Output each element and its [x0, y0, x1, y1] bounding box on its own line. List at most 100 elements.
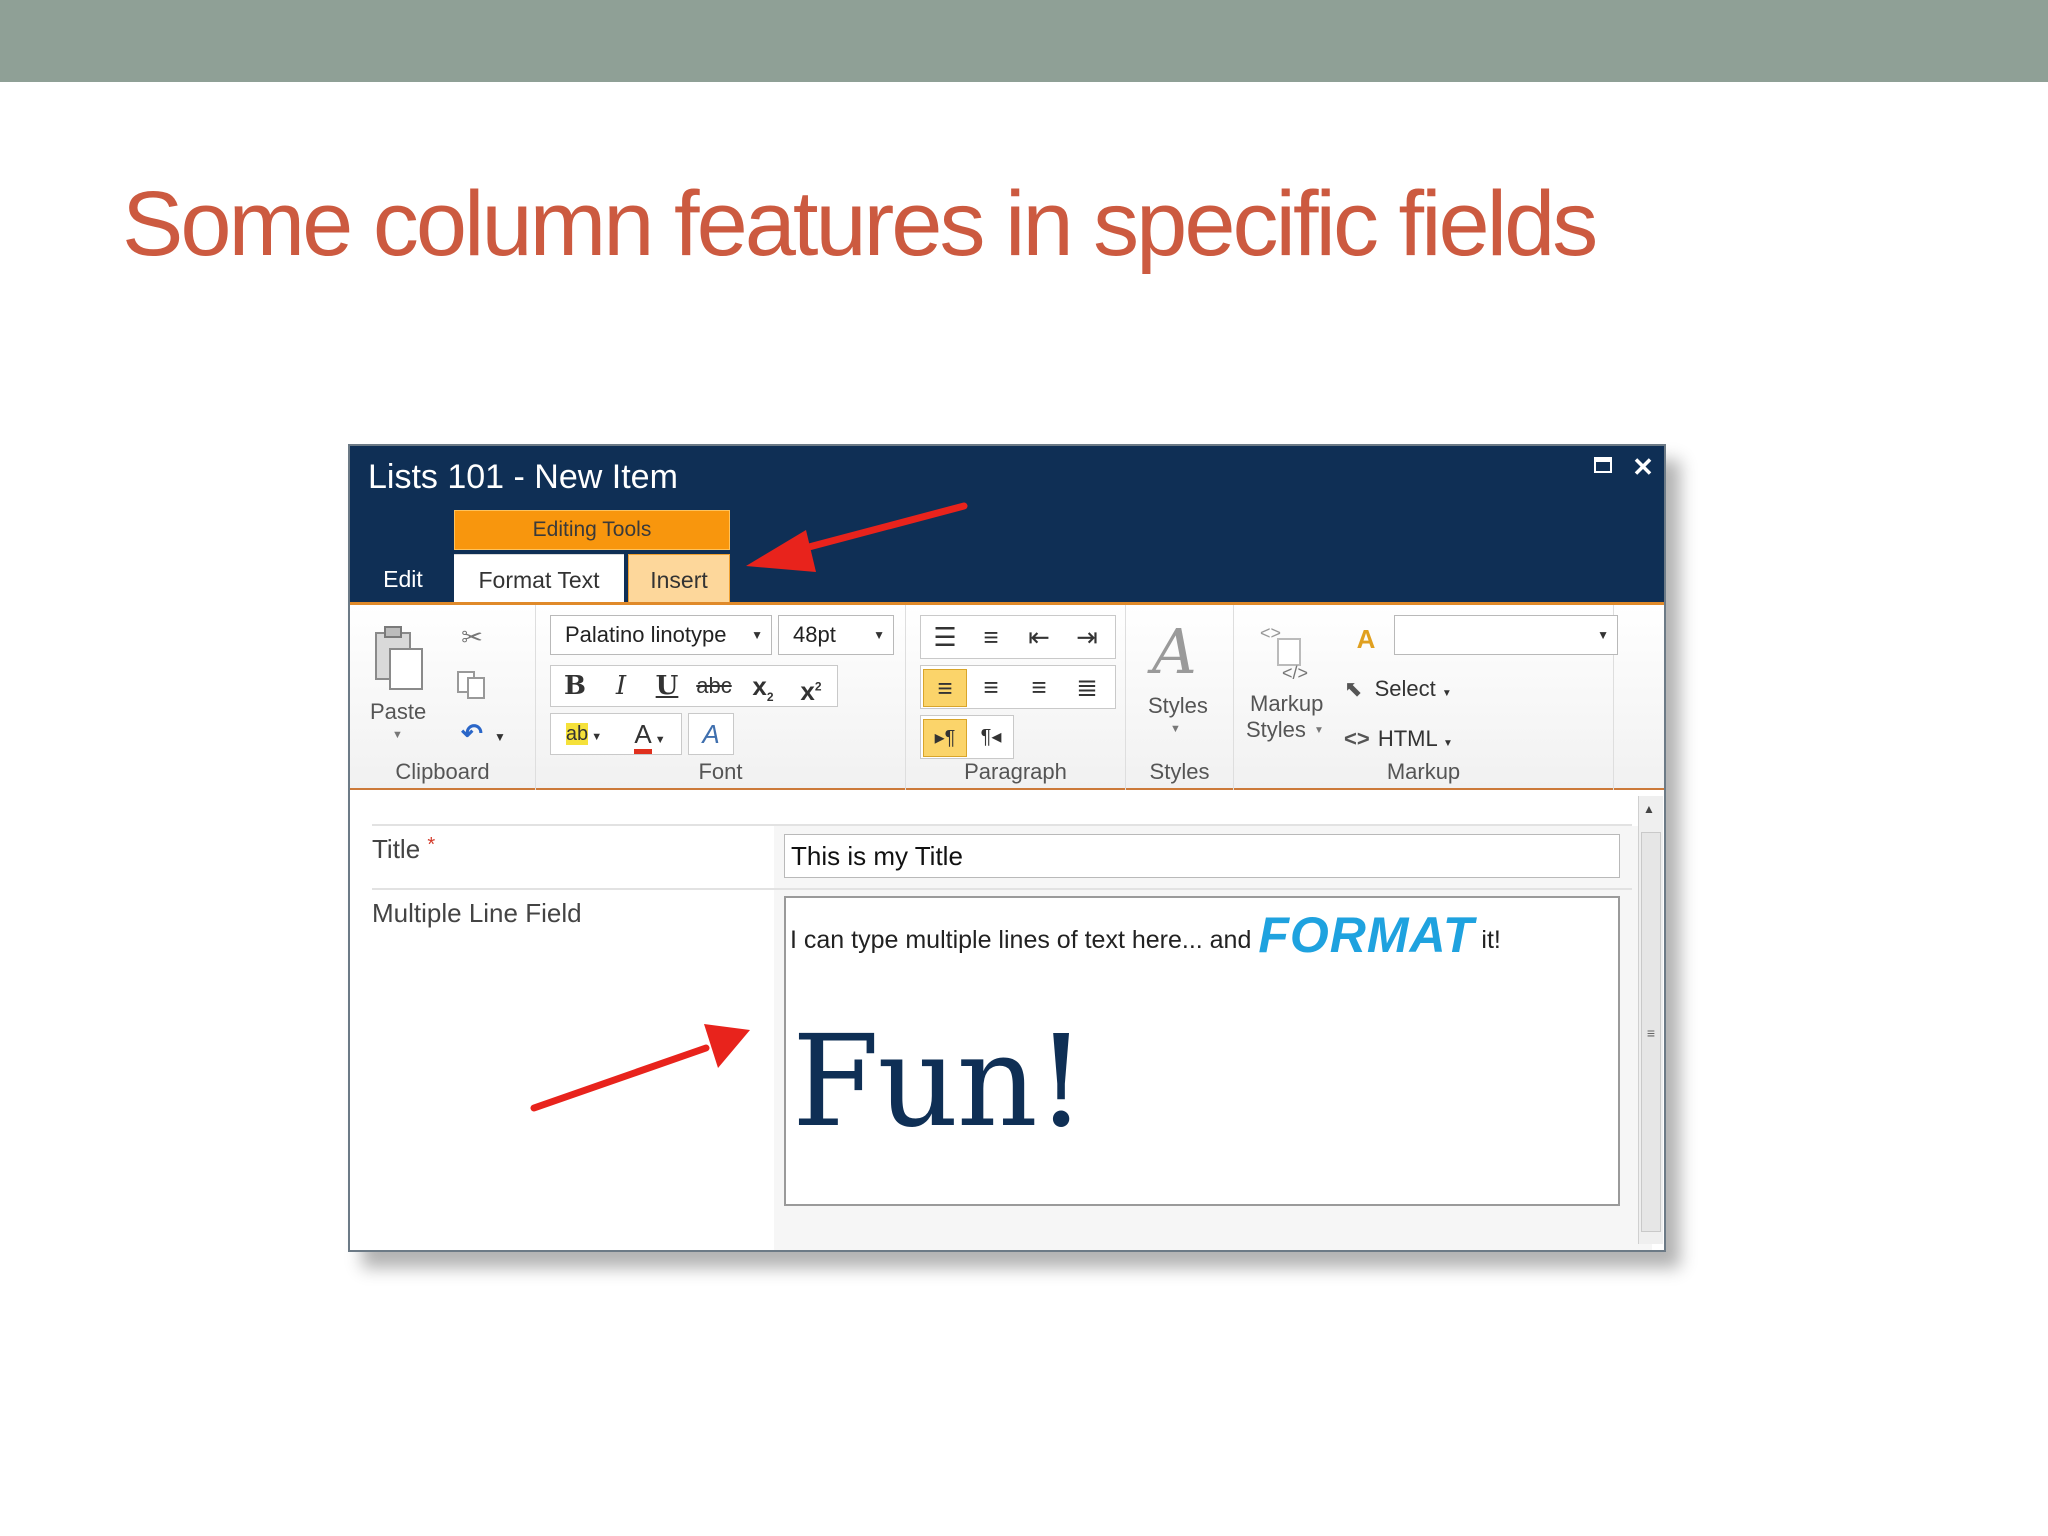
- bold-button[interactable]: B: [555, 668, 595, 704]
- cut-button[interactable]: ✂: [454, 619, 490, 655]
- rtl-icon: ¶◂: [980, 726, 1002, 748]
- superscript-icon: x2: [800, 675, 822, 706]
- select-button[interactable]: ⬉ Select ▼: [1344, 671, 1474, 707]
- superscript-button[interactable]: x2: [789, 668, 833, 709]
- align-left-icon: ≡: [937, 673, 953, 703]
- select-dropdown-icon: ▼: [1441, 688, 1452, 699]
- strikethrough-icon: abc: [696, 673, 732, 698]
- paste-dropdown-icon: ▼: [392, 729, 403, 741]
- strikethrough-button[interactable]: abc: [691, 668, 737, 704]
- paste-icon: [375, 626, 423, 690]
- close-icon: ✕: [1632, 452, 1654, 482]
- title-field-label: Title *: [372, 834, 435, 865]
- bullet-list-icon: ☰: [933, 622, 957, 652]
- svg-text:</>: </>: [1282, 663, 1308, 683]
- html-button[interactable]: <> HTML ▼: [1344, 721, 1474, 757]
- rte-big-text: Fun!: [792, 1008, 1086, 1155]
- color-buttons: ab ▼ A ▼: [550, 713, 682, 755]
- align-right-icon: ≡: [1031, 672, 1047, 702]
- justify-icon: ≣: [1076, 672, 1098, 702]
- markup-group-label: Markup: [1386, 759, 1461, 784]
- copy-icon: [457, 671, 485, 699]
- decrease-indent-button[interactable]: ⇤: [1017, 619, 1061, 655]
- editing-tools-context-label: Editing Tools: [454, 510, 730, 550]
- font-color-button[interactable]: A ▼: [621, 716, 679, 758]
- html-dropdown-icon: ▼: [1443, 738, 1453, 749]
- subscript-icon: x2: [752, 671, 774, 705]
- font-family-select[interactable]: Palatino linotype ▼: [550, 615, 772, 655]
- markup-styles-button[interactable]: <> </> Markup Styles ▼: [1246, 619, 1336, 755]
- numbered-list-button[interactable]: ≡: [969, 619, 1013, 655]
- cursor-arrow-icon: ⬉: [1344, 676, 1363, 701]
- styles-button[interactable]: A Styles ▼: [1140, 615, 1222, 749]
- clear-format-button[interactable]: A: [688, 713, 734, 755]
- highlight-color-button[interactable]: ab ▼: [555, 716, 613, 755]
- right-to-left-button[interactable]: ¶◂: [969, 719, 1013, 755]
- tab-edit[interactable]: Edit: [368, 554, 438, 604]
- undo-dropdown-icon[interactable]: ▼: [490, 719, 510, 755]
- rich-text-editor[interactable]: I can type multiple lines of text here..…: [784, 896, 1620, 1206]
- increase-indent-button[interactable]: ⇥: [1065, 619, 1109, 655]
- left-to-right-button[interactable]: ▸¶: [923, 719, 967, 757]
- rte-text-line: I can type multiple lines of text here..…: [790, 906, 1501, 964]
- rte-text-before: I can type multiple lines of text here..…: [790, 926, 1252, 954]
- slide-top-bar: [0, 0, 2048, 82]
- window-title-bar: Lists 101 - New Item ✕ Editing Tools Edi…: [350, 446, 1664, 605]
- scroll-thumb[interactable]: ≡: [1641, 832, 1661, 1232]
- align-center-button[interactable]: ≡: [969, 669, 1013, 705]
- clipboard-group-label: Clipboard: [395, 759, 490, 784]
- ltr-icon: ▸¶: [934, 727, 956, 749]
- clipboard-group: Paste ▼ ✂ ↶ ▼ Clipboard: [350, 605, 536, 793]
- screenshot-window: Lists 101 - New Item ✕ Editing Tools Edi…: [348, 444, 1666, 1252]
- font-size-value: 48pt: [793, 622, 836, 647]
- paragraph-group: ☰ ≡ ⇤ ⇥ ≡ ≡ ≡ ≣ ▸¶ ¶◂ Paragraph: [906, 605, 1126, 793]
- justify-button[interactable]: ≣: [1065, 669, 1109, 705]
- required-marker: *: [427, 834, 436, 856]
- markup-select[interactable]: ▼: [1394, 615, 1618, 655]
- html-icon: <>: [1344, 726, 1370, 751]
- tab-format-text[interactable]: Format Text: [454, 554, 624, 605]
- markup-group: <> </> Markup Styles ▼ A ▼ ⬉ Select ▼ <>: [1234, 605, 1618, 793]
- styles-group: A Styles ▼ Styles: [1126, 605, 1234, 793]
- subscript-button[interactable]: x2: [741, 668, 785, 715]
- font-group: Palatino linotype ▼ 48pt ▼ B I U abc x2 …: [536, 605, 906, 793]
- font-size-select[interactable]: 48pt ▼: [778, 615, 894, 655]
- scissors-icon: ✂: [461, 622, 483, 652]
- multiline-field-label: Multiple Line Field: [372, 898, 582, 928]
- align-left-button[interactable]: ≡: [923, 669, 967, 707]
- font-format-buttons: B I U abc x2 x2: [550, 665, 838, 707]
- highlighter-icon: ab: [565, 723, 589, 745]
- clear-format-icon: A: [702, 719, 720, 749]
- styles-group-label: Styles: [1149, 759, 1210, 784]
- direction-buttons: ▸¶ ¶◂: [920, 715, 1014, 759]
- paste-button[interactable]: Paste ▼: [368, 625, 428, 745]
- italic-icon: I: [615, 671, 627, 701]
- maximize-button[interactable]: [1590, 454, 1616, 480]
- align-center-icon: ≡: [983, 672, 999, 702]
- styles-dropdown-icon: ▼: [1170, 723, 1181, 735]
- tab-insert[interactable]: Insert: [628, 554, 730, 604]
- language-button[interactable]: A: [1346, 621, 1386, 657]
- underline-button[interactable]: U: [647, 668, 687, 704]
- ribbon: Paste ▼ ✂ ↶ ▼ Clipboard Palatino linotyp…: [350, 602, 1664, 793]
- alignment-buttons: ≡ ≡ ≡ ≣: [920, 665, 1116, 709]
- title-input[interactable]: This is my Title: [784, 834, 1620, 878]
- select-button-label: Select: [1374, 676, 1436, 701]
- paragraph-group-label: Paragraph: [964, 759, 1067, 784]
- undo-icon: ↶: [461, 718, 483, 748]
- slide-title: Some column features in specific fields: [122, 173, 1598, 275]
- close-button[interactable]: ✕: [1630, 454, 1656, 480]
- copy-button[interactable]: [454, 667, 490, 709]
- underline-icon: U: [655, 671, 679, 701]
- numbered-list-icon: ≡: [983, 622, 999, 652]
- align-right-button[interactable]: ≡: [1017, 669, 1061, 705]
- bullet-list-button[interactable]: ☰: [923, 619, 967, 655]
- italic-button[interactable]: I: [601, 668, 641, 704]
- styles-button-label: Styles: [1148, 693, 1208, 718]
- styles-icon: A: [1152, 615, 1197, 688]
- paste-label: Paste: [370, 699, 427, 724]
- form-scrollbar[interactable]: ▲ ≡: [1638, 796, 1663, 1244]
- markup-styles-label-line1: Markup: [1250, 691, 1324, 716]
- undo-button[interactable]: ↶: [454, 715, 490, 751]
- scroll-up-icon[interactable]: ▲: [1643, 802, 1655, 816]
